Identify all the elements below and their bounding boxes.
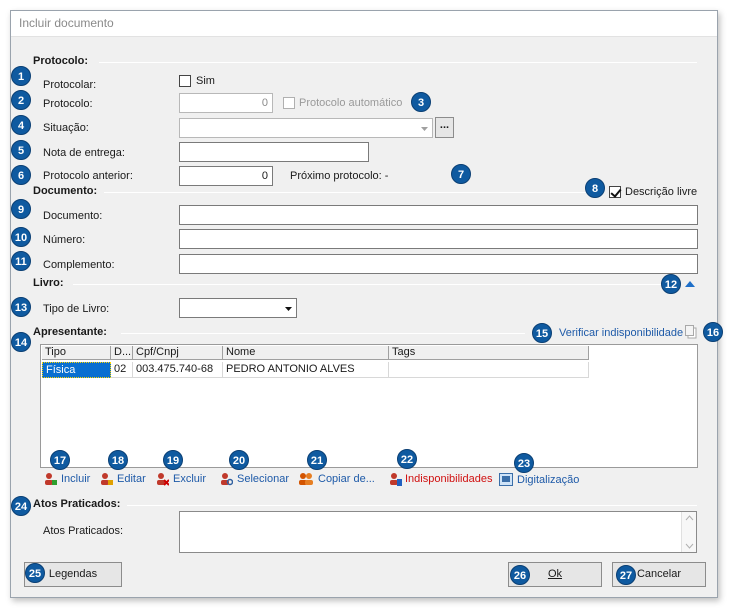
- grid-cell-tipo[interactable]: Física: [42, 362, 111, 378]
- complemento-label: Complemento:: [43, 259, 115, 271]
- atos-praticados-label: Atos Praticados:: [43, 525, 124, 537]
- incluir-button[interactable]: Incluir: [61, 473, 90, 485]
- situacao-ellipsis-button[interactable]: ...: [435, 117, 454, 138]
- indisponibilidades-person-icon[interactable]: [388, 472, 402, 486]
- badge-6: 6: [11, 165, 31, 185]
- protocolo-section-title: Protocolo:: [33, 55, 88, 67]
- badge-4: 4: [11, 115, 31, 135]
- complemento-input[interactable]: [179, 254, 698, 274]
- badge-25: 25: [25, 563, 45, 583]
- badge-1: 1: [11, 66, 31, 86]
- atos-praticados-divider: [127, 505, 697, 506]
- tipo-livro-dropdown-arrow-icon[interactable]: [281, 299, 296, 317]
- documento-input[interactable]: [179, 205, 698, 225]
- badge-26: 26: [510, 565, 530, 585]
- grid-cell-tags[interactable]: [389, 362, 589, 378]
- proximo-protocolo-label: Próximo protocolo: -: [290, 170, 389, 182]
- apresentante-divider: [121, 333, 525, 334]
- livro-divider: [73, 284, 669, 285]
- situacao-label: Situação:: [43, 122, 89, 134]
- window-title: Incluir documento: [11, 11, 717, 37]
- badge-9: 9: [11, 199, 31, 219]
- atos-praticados-section-title: Atos Praticados:: [33, 498, 121, 510]
- badge-3: 3: [411, 92, 431, 112]
- badge-17: 17: [50, 450, 70, 470]
- grid-header-d[interactable]: D...: [111, 346, 133, 360]
- protocolo-anterior-input[interactable]: 0: [179, 166, 273, 186]
- badge-2: 2: [11, 90, 31, 110]
- selecionar-button[interactable]: Selecionar: [237, 473, 289, 485]
- grid-cell-d[interactable]: 02: [111, 362, 133, 378]
- badge-10: 10: [11, 227, 31, 247]
- badge-22: 22: [397, 449, 417, 469]
- copiar-people-icon[interactable]: [298, 472, 313, 486]
- badge-21: 21: [307, 450, 327, 470]
- badge-18: 18: [108, 450, 128, 470]
- verificar-indisponibilidade-link[interactable]: Verificar indisponibilidade: [559, 327, 683, 339]
- protocolo-divider: [99, 62, 697, 63]
- badge-7: 7: [451, 164, 471, 184]
- badge-12: 12: [661, 274, 681, 294]
- situacao-dropdown-arrow-icon[interactable]: [417, 119, 432, 137]
- collapse-up-icon[interactable]: [685, 279, 695, 287]
- documento-section-title: Documento:: [33, 185, 98, 197]
- digitalizacao-button[interactable]: Digitalização: [517, 474, 579, 486]
- badge-14: 14: [11, 332, 31, 352]
- protocolo-label: Protocolo:: [43, 98, 93, 110]
- livro-section-title: Livro:: [33, 277, 64, 289]
- protocolo-input[interactable]: 0: [179, 93, 273, 113]
- editar-person-icon[interactable]: [99, 472, 113, 486]
- tipo-livro-label: Tipo de Livro:: [43, 303, 110, 315]
- excluir-button[interactable]: Excluir: [173, 473, 206, 485]
- badge-24: 24: [11, 496, 31, 516]
- badge-19: 19: [163, 450, 183, 470]
- apresentante-grid[interactable]: Tipo D... Cpf/Cnpj Nome Tags Física 02 0…: [40, 344, 698, 468]
- apresentante-section-title: Apresentante:: [33, 326, 107, 338]
- grid-cell-nome[interactable]: PEDRO ANTONIO ALVES: [223, 362, 389, 378]
- badge-23: 23: [514, 453, 534, 473]
- grid-header-tags[interactable]: Tags: [389, 346, 589, 360]
- badge-16: 16: [703, 322, 723, 342]
- badge-8: 8: [585, 178, 605, 198]
- protocolo-anterior-label: Protocolo anterior:: [43, 170, 133, 182]
- atos-praticados-textarea[interactable]: [179, 511, 697, 553]
- grid-header-cpf-cnpj[interactable]: Cpf/Cnpj: [133, 346, 223, 360]
- protocolo-automatico-checkbox[interactable]: [283, 97, 295, 109]
- indisponibilidades-button[interactable]: Indisponibilidades: [405, 473, 492, 485]
- documento-label: Documento:: [43, 210, 103, 222]
- protocolar-sim-label: Sim: [196, 75, 215, 87]
- situacao-select[interactable]: [179, 118, 433, 138]
- protocolar-label: Protocolar:: [43, 79, 97, 91]
- copy-document-icon[interactable]: [685, 325, 697, 339]
- protocolar-sim-checkbox[interactable]: [179, 75, 191, 87]
- nota-entrega-label: Nota de entrega:: [43, 147, 125, 159]
- protocolo-automatico-label: Protocolo automático: [299, 97, 403, 109]
- digitalizacao-scanner-icon[interactable]: [499, 473, 513, 487]
- nota-entrega-input[interactable]: [179, 142, 369, 162]
- badge-20: 20: [229, 450, 249, 470]
- atos-scrollbar[interactable]: [681, 512, 696, 552]
- grid-header-tipo[interactable]: Tipo: [42, 346, 111, 360]
- numero-label: Número:: [43, 234, 86, 246]
- badge-11: 11: [11, 251, 31, 271]
- badge-27: 27: [616, 565, 636, 585]
- grid-cell-cpf-cnpj[interactable]: 003.475.740-68: [133, 362, 223, 378]
- copiar-de-button[interactable]: Copiar de...: [318, 473, 375, 485]
- tipo-livro-select[interactable]: [179, 298, 297, 318]
- documento-divider: [104, 192, 604, 193]
- numero-input[interactable]: [179, 229, 698, 249]
- grid-header-nome[interactable]: Nome: [223, 346, 389, 360]
- excluir-person-icon[interactable]: [155, 472, 170, 486]
- badge-15: 15: [532, 323, 552, 343]
- badge-5: 5: [11, 140, 31, 160]
- badge-13: 13: [11, 297, 31, 317]
- descricao-livre-label: Descrição livre: [625, 186, 698, 198]
- descricao-livre-checkbox[interactable]: [609, 186, 621, 198]
- incluir-person-icon[interactable]: [43, 472, 57, 486]
- selecionar-person-icon[interactable]: [219, 472, 234, 486]
- editar-button[interactable]: Editar: [117, 473, 146, 485]
